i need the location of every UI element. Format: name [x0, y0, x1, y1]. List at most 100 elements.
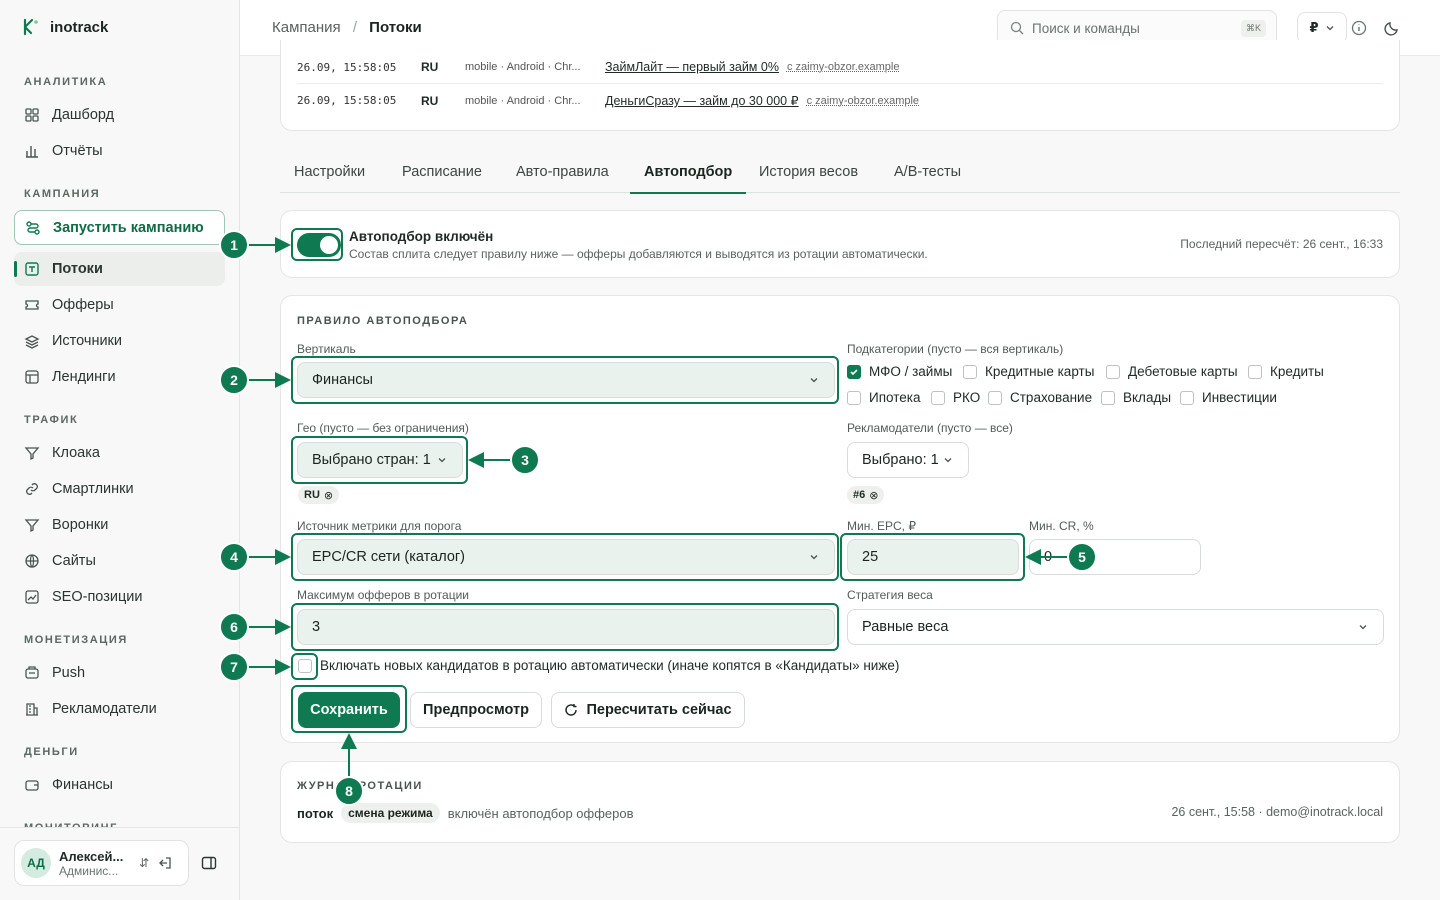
sidebar-item-launch-campaign[interactable]: Запустить кампанию: [14, 210, 225, 245]
avatar: АД: [21, 848, 51, 878]
checkbox[interactable]: [931, 390, 945, 405]
weight-strategy-value: Равные веса: [862, 619, 949, 635]
checkbox[interactable]: [988, 390, 1002, 405]
route-icon: [26, 220, 40, 235]
preview-button[interactable]: Предпросмотр: [410, 692, 542, 728]
checkbox-checked[interactable]: [847, 364, 861, 379]
section-money: ДЕНЬГИ: [24, 746, 79, 758]
subcat-deposits[interactable]: Вклады: [1101, 390, 1171, 405]
subcat-investments[interactable]: Инвестиции: [1180, 390, 1277, 405]
collapse-sidebar-icon[interactable]: [201, 855, 217, 871]
sidebar-item-seo[interactable]: SEO-позиции: [14, 580, 225, 614]
sidebar-item-funnels[interactable]: Воронки: [14, 508, 225, 542]
callout-7: 7: [219, 652, 249, 682]
sidebar-item-label: Финансы: [52, 777, 113, 793]
sidebar-item-offers[interactable]: Офферы: [14, 288, 225, 322]
rotation-journal-card: ЖУРНАЛ РОТАЦИИ поток смена режима включё…: [280, 761, 1400, 843]
subcat-label: Кредиты: [1270, 364, 1324, 379]
tab-schedule[interactable]: Расписание: [402, 164, 482, 180]
row-offer-link[interactable]: ДеньгиСразу — займ до 30 000 ₽: [605, 93, 799, 108]
refresh-icon: [565, 704, 578, 716]
sidebar-item-flows[interactable]: Потоки: [14, 252, 225, 286]
logo-icon: [23, 18, 38, 36]
sidebar-item-cloak[interactable]: Клоака: [14, 436, 225, 470]
tab-weight-history[interactable]: История весов: [759, 164, 858, 180]
sidebar-item-landings[interactable]: Лендинги: [14, 360, 225, 394]
autopick-title: Автоподбор включён: [349, 229, 494, 244]
min-cr-label: Мин. CR, %: [1029, 519, 1094, 533]
sidebar: inotrack АНАЛИТИКА Дашборд Отчёты КАМПАН…: [0, 0, 240, 900]
row-source[interactable]: с zaimy-obzor.example: [807, 95, 920, 107]
callout-3: 3: [510, 445, 540, 475]
subcat-mortgage[interactable]: Ипотека: [847, 390, 920, 405]
advertisers-select[interactable]: Выбрано: 1: [847, 442, 969, 478]
remove-chip-icon[interactable]: ⊗: [869, 489, 878, 502]
journal-entry: поток смена режима включён автоподбор оф…: [297, 803, 634, 823]
subcat-mfo[interactable]: МФО / займы: [847, 364, 952, 379]
row-time: 26.09, 15:58:05: [297, 60, 397, 74]
journal-entity: поток: [297, 805, 334, 821]
tab-ab-tests[interactable]: A/B-тесты: [894, 164, 961, 180]
highlight-frame-vertical: [291, 356, 839, 404]
subcat-label: Ипотека: [869, 390, 921, 405]
subcat-loans[interactable]: Кредиты: [1248, 364, 1324, 379]
subcat-credit-cards[interactable]: Кредитные карты: [963, 364, 1094, 379]
sidebar-item-label: SEO-позиции: [52, 589, 143, 605]
sidebar-item-finance[interactable]: Финансы: [14, 768, 225, 802]
sidebar-item-label: Источники: [52, 333, 123, 349]
row-offer-link[interactable]: ЗаймЛайт — первый займ 0%: [605, 60, 779, 74]
sidebar-item-sites[interactable]: Сайты: [14, 544, 225, 578]
checkbox[interactable]: [847, 390, 861, 405]
checkbox[interactable]: [1248, 364, 1262, 379]
switch-account-icon[interactable]: ⇵: [139, 856, 149, 870]
highlight-frame-checkbox: [291, 653, 318, 680]
row-geo: RU: [421, 93, 439, 108]
sidebar-item-advertisers[interactable]: Рекламодатели: [14, 692, 225, 726]
subcat-debit-cards[interactable]: Дебетовые карты: [1106, 364, 1238, 379]
sidebar-item-push[interactable]: Push: [14, 656, 225, 690]
remove-chip-icon[interactable]: ⊗: [324, 489, 333, 502]
check-icon: [850, 368, 858, 375]
recalc-button[interactable]: Пересчитать сейчас: [551, 692, 745, 728]
row-device: mobile · Android · Chr...: [465, 94, 581, 107]
brand-logo[interactable]: inotrack: [22, 18, 108, 36]
subcat-insurance[interactable]: Страхование: [988, 390, 1092, 405]
auto-include-option[interactable]: Включать новых кандидатов в ротацию авто…: [298, 658, 899, 673]
tab-settings[interactable]: Настройки: [294, 164, 365, 180]
row-source[interactable]: с zaimy-obzor.example: [787, 61, 900, 73]
checkbox[interactable]: [1101, 390, 1115, 405]
checkbox[interactable]: [1106, 364, 1120, 379]
sidebar-item-smartlinks[interactable]: Смартлинки: [14, 472, 225, 506]
checkbox[interactable]: [963, 364, 977, 379]
table-row: 26.09, 15:58:05 RU mobile · Android · Ch…: [297, 60, 899, 74]
breadcrumb: Кампания / Потоки: [272, 19, 422, 36]
breadcrumb-current: Потоки: [369, 19, 422, 36]
currency-value: ₽: [1309, 20, 1319, 35]
geo-chip-label: RU: [304, 489, 320, 501]
sidebar-item-sources[interactable]: Источники: [14, 324, 225, 358]
subcat-label: Инвестиции: [1202, 390, 1277, 405]
info-icon[interactable]: [1351, 20, 1367, 36]
sidebar-item-dashboard[interactable]: Дашборд: [14, 98, 225, 132]
tab-auto-rules[interactable]: Авто-правила: [516, 164, 609, 180]
metric-source-label: Источник метрики для порога: [297, 519, 462, 533]
subcat-rko[interactable]: РКО: [931, 390, 980, 405]
theme-moon-icon[interactable]: [1383, 19, 1401, 37]
search-shortcut: ⌘K: [1240, 20, 1266, 37]
tab-autopick[interactable]: Автоподбор: [629, 164, 747, 194]
advertiser-chip: #6 ⊗: [847, 486, 885, 504]
checkbox[interactable]: [1180, 390, 1194, 405]
last-recalc: Последний пересчёт: 26 сент., 16:33: [1180, 237, 1383, 251]
sidebar-item-reports[interactable]: Отчёты: [14, 134, 225, 168]
journal-meta: 26 сент., 15:58 · demo@inotrack.local: [1171, 805, 1383, 819]
user-role: Админис...: [59, 863, 119, 878]
breadcrumb-parent[interactable]: Кампания: [272, 19, 341, 36]
row-divider: [297, 83, 1383, 84]
weight-strategy-select[interactable]: Равные веса: [847, 609, 1384, 645]
building-icon: [26, 703, 38, 716]
sidebar-item-label: Лендинги: [52, 369, 116, 385]
min-cr-input[interactable]: 0: [1029, 539, 1201, 575]
logout-icon[interactable]: [157, 855, 173, 871]
vertical-label: Вертикаль: [297, 342, 356, 356]
user-card[interactable]: АД Алексей... Админис... ⇵: [14, 840, 189, 886]
